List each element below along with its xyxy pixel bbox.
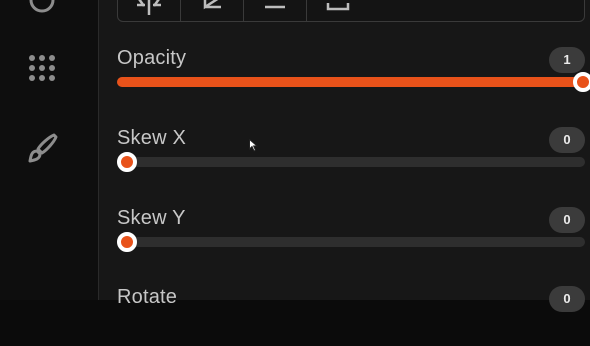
rotate-label: Rotate [117,286,178,308]
skew-y-value-badge[interactable]: 0 [549,207,585,233]
sidebar [0,0,99,300]
paintbrush-icon[interactable] [24,130,60,166]
toolbar-button-flag[interactable] [181,0,244,21]
bracket-icon [326,3,350,11]
skew-x-value-badge[interactable]: 0 [549,127,585,153]
skew-x-slider-thumb[interactable] [117,152,137,172]
mouse-cursor-icon [249,138,259,157]
toolbar-button-line[interactable] [244,0,307,21]
skew-x-control: Skew X 0 [117,127,585,187]
toolbar-button-align[interactable] [118,0,181,21]
skew-y-control: Skew Y 0 [117,207,585,267]
opacity-value-badge[interactable]: 1 [549,47,585,73]
opacity-slider-track[interactable] [117,72,590,92]
skew-y-slider-thumb[interactable] [117,232,137,252]
skew-y-label: Skew Y [117,207,186,229]
minus-icon [265,5,285,9]
opacity-label: Opacity [117,47,187,69]
skew-x-label: Skew X [117,127,187,149]
properties-panel: Opacity 1 Skew X 0 Skew Y 0 Rotate 0 [99,0,590,312]
align-center-icon [137,0,161,15]
rotate-value-badge[interactable]: 0 [549,286,585,312]
circle-icon[interactable] [24,0,60,18]
triangle-flag-icon [203,0,221,10]
grid-dots-icon[interactable] [24,50,60,86]
toolbar [117,0,585,22]
toolbar-button-bracket[interactable] [307,0,369,21]
rotate-control: Rotate 0 [117,286,585,346]
opacity-slider-fill [117,77,585,87]
skew-y-slider-track[interactable] [117,232,585,252]
opacity-control: Opacity 1 [117,47,590,107]
skew-x-slider-track[interactable] [117,152,585,172]
opacity-slider-thumb[interactable] [573,72,590,92]
